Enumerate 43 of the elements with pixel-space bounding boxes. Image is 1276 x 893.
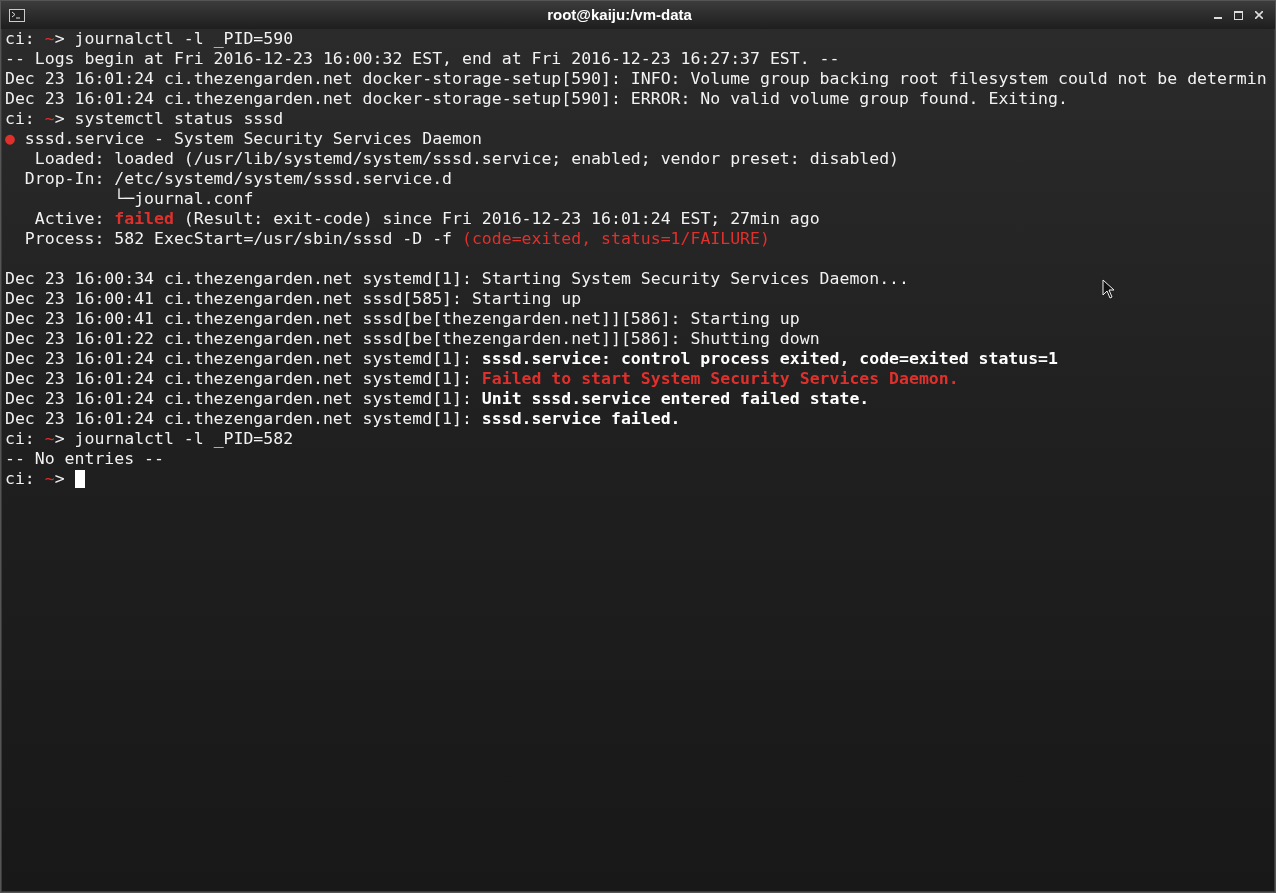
terminal-text: Dec 23 16:01:22 ci.thezengarden.net sssd[be[thezengarden.net]][586]: Shutting down — [5, 329, 820, 349]
terminal-text: Dec 23 16:00:41 ci.thezengarden.net sssd[585]: Starting up — [5, 289, 582, 309]
error-text: ~ — [44, 469, 55, 489]
terminal-text: Dec 23 16:01:24 ci.thezengarden.net docker-storage-setup[590]: ERROR: No valid volume group found. Exiting. — [5, 89, 1068, 109]
terminal-text: Dec 23 16:01:24 ci.thezengarden.net systemd[1]: — [5, 369, 473, 389]
terminal-text: Process: 582 ExecStart=/usr/sbin/sssd -D -f — [23, 229, 454, 249]
error-text: ~ — [44, 109, 55, 129]
window-title: root@kaiju:/vm-data — [547, 4, 692, 25]
terminal-text: Dec 23 16:00:41 ci.thezengarden.net sssd[be[thezengarden.net]][586]: Starting up — [5, 309, 800, 329]
terminal-text: Active: — [33, 209, 106, 229]
terminal-text: ci: — [5, 429, 36, 449]
error-text: ~ — [44, 429, 55, 449]
terminal-text: > systemctl status sssd — [54, 109, 284, 129]
error-text: failed — [114, 209, 174, 229]
terminal-text: Dec 23 16:01:24 ci.thezengarden.net docker-storage-setup[590]: INFO: Volume group backing root filesystem could not be determin — [5, 69, 1267, 89]
terminal-text: sssd.service - System Security Services Daemon — [23, 129, 482, 149]
terminal-text: └─journal.conf — [113, 189, 254, 209]
mouse-pointer-icon — [1102, 279, 1116, 299]
error-text: (code=exited, status=1/FAILURE) — [461, 229, 770, 249]
bold-text: sssd.service: control process exited, code=exited status=1 — [481, 349, 1058, 369]
terminal-text: Dec 23 16:00:34 ci.thezengarden.net systemd[1]: Starting System Security Services Daemon... — [5, 269, 909, 289]
maximize-icon[interactable] — [1234, 10, 1243, 20]
terminal-text: > — [54, 469, 66, 489]
error-text: ~ — [44, 29, 55, 49]
terminal-text: ci: — [5, 109, 36, 129]
terminal-text: Dec 23 16:01:24 ci.thezengarden.net systemd[1]: — [5, 349, 473, 369]
terminal-text: Dec 23 16:01:24 ci.thezengarden.net systemd[1]: — [5, 409, 473, 429]
terminal-text: Dec 23 16:01:24 ci.thezengarden.net systemd[1]: — [5, 389, 473, 409]
terminal-text: > journalctl -l _PID=582 — [54, 429, 294, 449]
bold-text: Unit sssd.service entered failed state. — [481, 389, 870, 409]
terminal-text: > journalctl -l _PID=590 — [54, 29, 294, 49]
error-text: ● — [5, 129, 15, 149]
terminal-icon — [9, 8, 25, 22]
terminal-text: ci: — [5, 29, 36, 49]
error-text: Failed to start System Security Services Daemon. — [481, 369, 959, 389]
close-icon[interactable] — [1255, 11, 1263, 19]
bold-text: sssd.service failed. — [481, 409, 681, 429]
terminal-text: Drop-In: /etc/systemd/system/sssd.service.d — [23, 169, 453, 189]
terminal-text: Loaded: loaded (/usr/lib/systemd/system/sssd.service; enabled; vendor preset: disabled) — [33, 149, 900, 169]
terminal-text: -- No entries -- — [5, 449, 164, 469]
terminal-text: -- Logs begin at Fri 2016-12-23 16:00:32 EST, end at Fri 2016-12-23 16:27:37 EST. -- — [5, 49, 840, 69]
terminal-text: ci: — [5, 469, 36, 489]
terminal-text: (Result: exit-code) since Fri 2016-12-23 16:01:24 EST; 27min ago — [182, 209, 820, 229]
